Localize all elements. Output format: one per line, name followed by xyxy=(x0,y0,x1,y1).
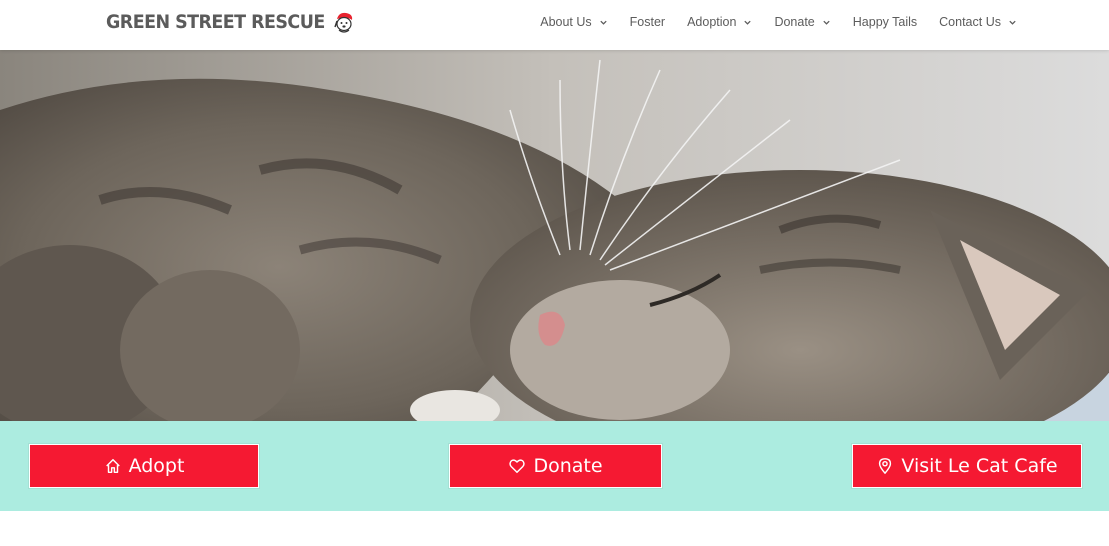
chevron-down-icon xyxy=(600,20,607,25)
hero-image xyxy=(0,50,1109,421)
visit-cat-cafe-button[interactable]: Visit Le Cat Cafe xyxy=(852,444,1082,488)
nav-item-contact-us[interactable]: Contact Us xyxy=(928,15,1017,29)
chevron-down-icon xyxy=(823,20,830,25)
nav-item-label: Happy Tails xyxy=(852,15,918,29)
dog-mascot-icon xyxy=(334,12,352,33)
chevron-down-icon xyxy=(1009,20,1016,25)
nav-item-adoption[interactable]: Adoption xyxy=(676,15,763,29)
main-nav: About Us Foster Adoption Donate Happy Ta… xyxy=(529,0,1017,44)
logo-text: GREEN STREET RESCUE xyxy=(106,11,325,33)
adopt-button-label: Adopt xyxy=(128,455,185,477)
nav-item-label: Contact Us xyxy=(939,15,1001,29)
donate-button[interactable]: Donate xyxy=(449,444,662,488)
heart-icon xyxy=(509,459,526,474)
nav-item-donate[interactable]: Donate xyxy=(763,15,841,29)
nav-item-label: Donate xyxy=(774,15,815,29)
nav-item-label: Adoption xyxy=(687,15,737,29)
adopt-button[interactable]: Adopt xyxy=(29,444,259,488)
nav-item-happy-tails[interactable]: Happy Tails xyxy=(842,15,928,29)
visit-cat-cafe-button-label: Visit Le Cat Cafe xyxy=(901,455,1058,477)
sleeping-cat-illustration xyxy=(0,50,1109,421)
home-icon xyxy=(105,458,120,474)
site-logo[interactable]: GREEN STREET RESCUE xyxy=(106,8,355,36)
site-header: GREEN STREET RESCUE About Us Foster Adop… xyxy=(0,0,1109,50)
map-pin-icon xyxy=(879,458,892,474)
cta-band: Adopt Donate Visit Le Cat Cafe xyxy=(0,421,1109,511)
chevron-down-icon xyxy=(744,20,752,25)
nav-item-about-us[interactable]: About Us xyxy=(529,15,618,29)
nav-item-foster[interactable]: Foster xyxy=(619,15,676,29)
donate-button-label: Donate xyxy=(533,455,603,477)
nav-item-label: About Us xyxy=(540,15,592,29)
nav-item-label: Foster xyxy=(629,15,666,29)
